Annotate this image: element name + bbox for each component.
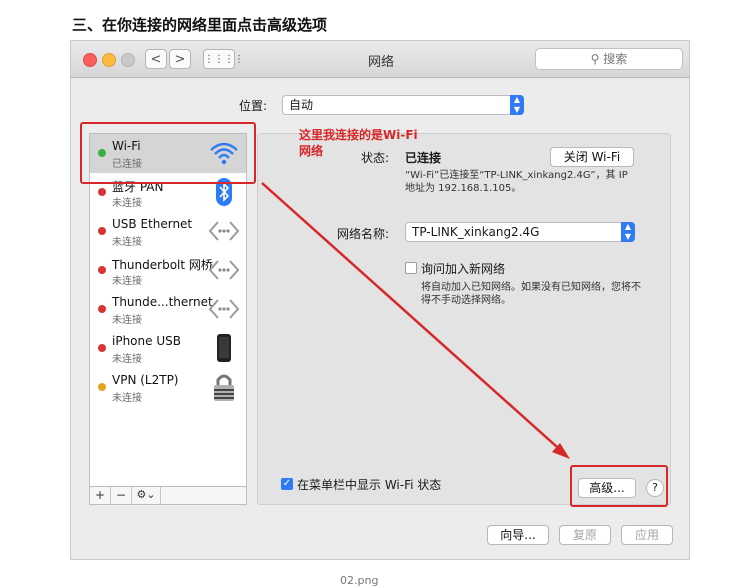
image-caption: 02.png: [340, 574, 379, 587]
annotation-arrow: [261, 182, 570, 459]
